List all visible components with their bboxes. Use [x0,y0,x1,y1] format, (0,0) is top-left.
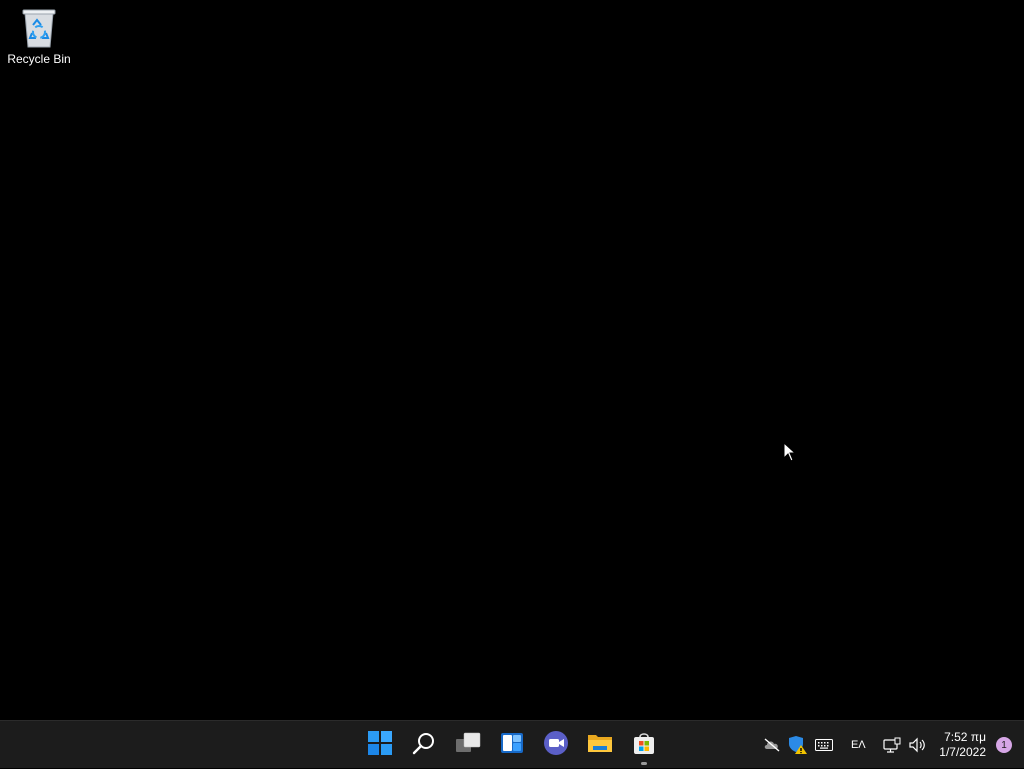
recycle-bin-icon [19,6,59,50]
start-button[interactable] [358,725,402,765]
security-warning-icon[interactable] [786,733,810,757]
onedrive-offline-icon[interactable] [760,733,784,757]
taskbar-apps [358,721,666,769]
keyboard-icon[interactable] [812,733,836,757]
input-language-indicator[interactable]: ΕΛ [843,739,873,751]
clock-date: 1/7/2022 [939,745,986,759]
windows-start-icon [368,730,392,760]
task-view-button[interactable] [446,725,490,765]
task-view-icon [455,732,481,759]
volume-icon[interactable] [906,733,930,757]
chat-icon [543,730,569,761]
chat-button[interactable] [534,725,578,765]
widgets-button[interactable] [490,725,534,765]
desktop[interactable]: Recycle Bin [0,0,1024,720]
system-tray: ΕΛ 7:52 πμ 1/7/2022 1 [759,721,1024,769]
mouse-cursor [783,441,797,462]
store-icon [632,731,656,760]
file-explorer-icon [587,732,613,759]
taskbar: ΕΛ 7:52 πμ 1/7/2022 1 [0,720,1024,768]
search-icon [412,731,436,760]
running-indicator [641,762,647,765]
widgets-icon [500,731,524,760]
clock-time: 7:52 πμ [944,730,986,744]
notification-badge[interactable]: 1 [996,737,1012,753]
desktop-icon-recycle-bin[interactable]: Recycle Bin [4,6,74,76]
recycle-bin-label: Recycle Bin [7,52,71,66]
network-icon[interactable] [880,733,904,757]
clock[interactable]: 7:52 πμ 1/7/2022 [939,730,986,760]
store-button[interactable] [622,725,666,765]
file-explorer-button[interactable] [578,725,622,765]
search-button[interactable] [402,725,446,765]
